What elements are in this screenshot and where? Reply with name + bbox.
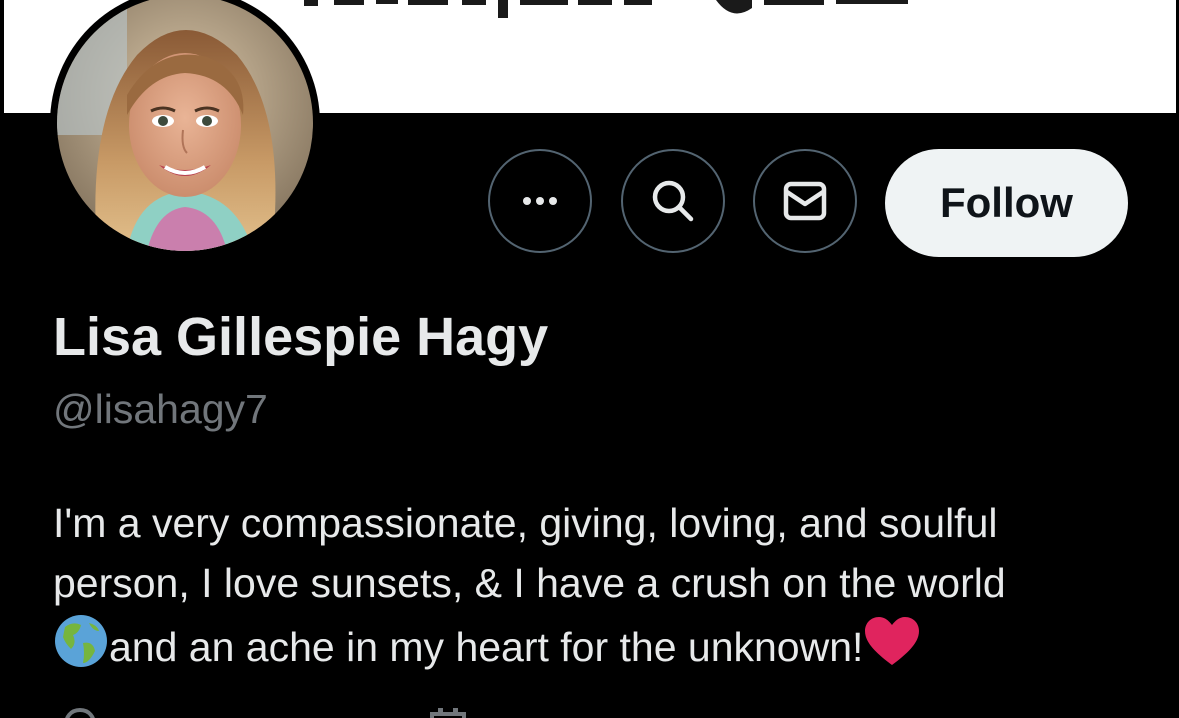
more-horizontal-icon bbox=[523, 197, 557, 205]
bio-line-with-emoji: and an ache in my heart for the unknown! bbox=[53, 613, 1153, 685]
bio-line: I'm a very compassionate, giving, loving… bbox=[53, 500, 998, 546]
display-name: Lisa Gillespie Hagy bbox=[53, 307, 549, 367]
red-heart-icon bbox=[863, 615, 921, 685]
location-pin-icon bbox=[65, 708, 95, 718]
avatar[interactable] bbox=[50, 0, 320, 258]
search-button[interactable] bbox=[621, 149, 725, 253]
globe-americas-icon bbox=[53, 613, 109, 685]
search-icon bbox=[652, 180, 694, 222]
bio-line: person, I love sunsets, & I have a crush… bbox=[53, 560, 1006, 606]
message-button[interactable] bbox=[753, 149, 857, 253]
bio: I'm a very compassionate, giving, loving… bbox=[53, 493, 1153, 685]
calendar-icon bbox=[430, 708, 466, 718]
bio-line-text: and an ache in my heart for the unknown! bbox=[109, 624, 864, 670]
user-handle: @lisahagy7 bbox=[53, 386, 268, 432]
more-button[interactable] bbox=[488, 149, 592, 253]
follow-button[interactable]: Follow bbox=[885, 149, 1128, 257]
envelope-icon bbox=[783, 181, 827, 221]
avatar-photo bbox=[57, 0, 313, 251]
